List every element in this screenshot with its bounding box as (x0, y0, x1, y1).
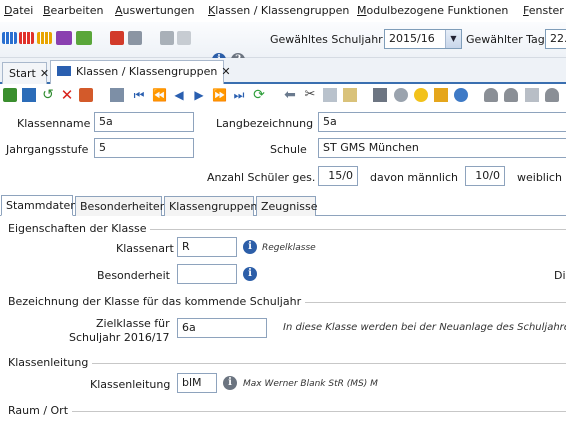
eigenschaften-section-title: Eigenschaften der Klasse (8, 222, 151, 235)
board-icon[interactable] (76, 31, 92, 45)
tab-stammdaten[interactable]: Stammdaten (1, 195, 77, 216)
close-icon[interactable]: ✕ (40, 67, 49, 80)
schule-field: ST GMS München (318, 138, 566, 158)
klassenleitung-label: Klassenleitung (90, 378, 171, 391)
schuljahr-value: 2015/16 (389, 32, 435, 45)
langbezeichnung-field[interactable]: 5a (318, 112, 566, 132)
tag-label: Gewählter Tag (466, 33, 545, 46)
bezeichnung-section-title: Bezeichnung der Klasse für das kommende … (8, 295, 306, 308)
cut-off-label: Di (554, 269, 566, 282)
fast-forward-icon[interactable]: ⏩ (212, 88, 227, 102)
group-icon[interactable] (545, 88, 559, 102)
copy-icon[interactable] (323, 88, 337, 102)
rewind-icon[interactable]: ⏪ (152, 88, 167, 102)
new-record-icon[interactable] (3, 88, 17, 102)
schuljahr-label: Gewähltes Schuljahr (270, 33, 383, 46)
anzahl-label: Anzahl Schüler ges. (207, 171, 316, 184)
klassenleitung-field[interactable]: blM (177, 373, 217, 393)
report-icon[interactable] (110, 31, 124, 45)
clock-icon[interactable] (454, 88, 468, 102)
next-record-icon[interactable]: ▶ (192, 88, 206, 102)
refresh-icon[interactable]: ⟳ (252, 88, 266, 102)
weiblich-label: weiblich (517, 171, 562, 184)
save-icon[interactable] (22, 88, 36, 102)
raum-section-title: Raum / Ort (8, 404, 73, 417)
menu-modulbezogene-funktionen[interactable]: Modulbezogene Funktionen (357, 4, 508, 17)
maennlich-label: davon männlich (370, 171, 458, 184)
info-icon[interactable]: i (243, 240, 257, 254)
menu-auswertungen[interactable]: Auswertungen (115, 4, 195, 17)
tab-start[interactable]: Start ✕ (2, 62, 49, 84)
besonderheit-label: Besonderheit (97, 269, 170, 282)
broom-icon[interactable] (434, 88, 448, 102)
maennlich-field: 10/0 (465, 166, 505, 186)
info-icon[interactable]: i (243, 267, 257, 281)
user-icon[interactable] (484, 88, 498, 102)
klassenart-label: Klassenart (116, 242, 174, 255)
zielklasse-hint: In diese Klasse werden bei der Neuanlage… (283, 322, 566, 333)
zielklasse-label: Zielklasse für (96, 317, 170, 330)
menu-klassen[interactable]: Klassen / Klassengruppen (208, 4, 349, 17)
back-arrow-icon[interactable]: ⬅ (283, 88, 297, 102)
users-icon[interactable] (504, 88, 518, 102)
anzahl-field: 15/0 (318, 166, 358, 186)
schuljahr-select[interactable]: 2015/16 ▼ (384, 29, 462, 49)
main-toolbar: i ? Gewähltes Schuljahr 2015/16 ▼ Gewähl… (0, 22, 566, 67)
printer-icon[interactable] (373, 88, 387, 102)
last-record-icon[interactable]: ⏭ (232, 88, 246, 102)
document-tabs: Start ✕ Klassen / Klassengruppen ✕ (0, 58, 566, 84)
tab-klassengruppen[interactable]: Klassengruppen (164, 196, 257, 216)
first-record-icon[interactable]: ⏮ (132, 88, 146, 102)
class-icon (57, 66, 71, 76)
list-icon[interactable] (110, 88, 124, 102)
schule-label: Schule (270, 143, 307, 156)
teachers-icon[interactable] (19, 32, 34, 44)
cut-icon[interactable]: ✂ (303, 88, 317, 102)
klassenname-field[interactable]: 5a (94, 112, 194, 132)
cancel-icon[interactable] (79, 88, 93, 102)
classes-icon[interactable] (37, 32, 52, 44)
langbezeichnung-label: Langbezeichnung (216, 117, 314, 130)
disk-icon[interactable] (394, 88, 408, 102)
close-icon[interactable]: ✕ (221, 65, 230, 78)
klassenart-hint: Regelklasse (262, 243, 316, 253)
calculator-icon[interactable] (128, 31, 142, 45)
klassenleitung-hint: Max Werner Blank StR (MS) M (243, 379, 378, 389)
students-icon[interactable] (2, 32, 17, 44)
print-icon[interactable] (177, 31, 191, 45)
menu-fenster[interactable]: Fenster (523, 4, 564, 17)
menu-datei[interactable]: Datei (4, 4, 33, 17)
undo-icon[interactable]: ↺ (41, 88, 55, 102)
klassenleitung-section-title: Klassenleitung (8, 356, 93, 369)
zielklasse-field[interactable]: 6a (177, 318, 267, 338)
tab-klassen[interactable]: Klassen / Klassengruppen ✕ (50, 60, 231, 84)
divider (8, 411, 566, 412)
zielklasse-schuljahr-label: Schuljahr 2016/17 (69, 331, 170, 344)
book-icon[interactable] (56, 31, 72, 45)
tag-input[interactable]: 22.1 (545, 29, 566, 49)
export-icon[interactable] (160, 31, 174, 45)
delete-icon[interactable]: ✕ (60, 88, 74, 103)
tag-value: 22.1 (550, 32, 566, 45)
lightbulb-icon[interactable] (414, 88, 428, 102)
tab-start-label: Start (9, 67, 36, 80)
paste-icon[interactable] (343, 88, 357, 102)
klassenname-label: Klassenname (17, 117, 91, 130)
menu-bearbeiten[interactable]: Bearbeiten (43, 4, 103, 17)
tab-besonderheiten[interactable]: Besonderheiten (75, 196, 167, 216)
previous-record-icon[interactable]: ◀ (172, 88, 186, 102)
jahrgangsstufe-field: 5 (94, 138, 194, 158)
tab-klassen-label: Klassen / Klassengruppen (76, 65, 218, 78)
besonderheit-field[interactable] (177, 264, 237, 284)
info-icon[interactable]: i (223, 376, 237, 390)
chevron-down-icon[interactable]: ▼ (445, 30, 461, 48)
jahrgangsstufe-label: Jahrgangsstufe (6, 143, 89, 156)
tab-zeugnisse[interactable]: Zeugnisse (256, 196, 318, 216)
klassenart-field[interactable]: R (177, 237, 237, 257)
tools-icon[interactable] (525, 88, 539, 102)
menu-bar: Datei Bearbeiten Auswertungen Klassen / … (0, 0, 566, 22)
